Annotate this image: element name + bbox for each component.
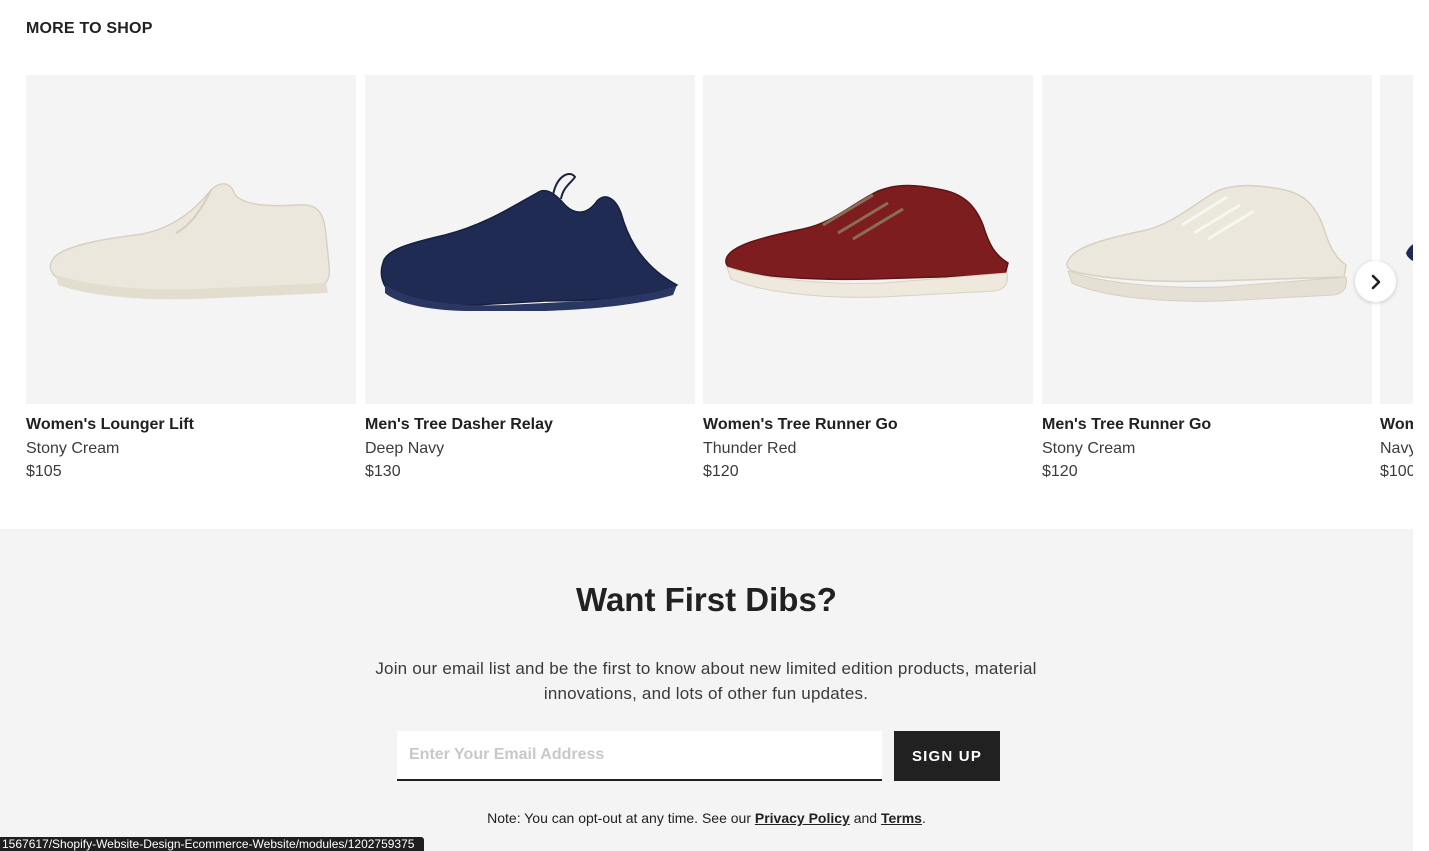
product-price: $100 xyxy=(1380,463,1413,480)
product-color: Thunder Red xyxy=(703,440,797,457)
section-title: MORE TO SHOP xyxy=(26,20,153,37)
privacy-policy-link[interactable]: Privacy Policy xyxy=(755,810,850,826)
product-card[interactable]: Women's Tree Runner Go Thunder Red $120 xyxy=(703,75,1033,481)
product-name[interactable]: Men's Tree Runner Go xyxy=(1042,416,1372,434)
signup-note: Note: You can opt-out at any time. See o… xyxy=(0,810,1413,826)
product-image[interactable] xyxy=(703,75,1033,404)
newsletter-signup: Want First Dibs? Join our email list and… xyxy=(0,529,1413,851)
chevron-right-icon xyxy=(1371,274,1380,289)
signup-note-and: and xyxy=(853,810,878,826)
product-name[interactable]: Women's Tree Runner Go xyxy=(703,416,1033,434)
product-price: $105 xyxy=(26,463,62,480)
product-name[interactable]: Men's Tree Dasher Relay xyxy=(365,416,695,434)
product-color: Deep Navy xyxy=(365,440,445,457)
signup-button[interactable]: SIGN UP xyxy=(894,731,1000,781)
browser-status-bar: 1567617/Shopify-Website-Design-Ecommerce… xyxy=(0,837,425,851)
signup-description: Join our email list and be the first to … xyxy=(375,659,1037,703)
carousel-next-button[interactable] xyxy=(1355,261,1396,302)
product-card[interactable]: Women's Lounger Lift Stony Cream $105 xyxy=(26,75,356,481)
product-image[interactable] xyxy=(365,75,695,404)
shoe-slip-on-cream-icon xyxy=(49,183,331,300)
product-price: $120 xyxy=(703,463,739,480)
product-color: Stony Cream xyxy=(1042,440,1136,457)
shoe-laceup-red-icon xyxy=(725,184,1009,298)
product-price: $120 xyxy=(1042,463,1078,480)
signup-note-suffix: . xyxy=(921,810,926,826)
product-name[interactable]: Women's Tree Lounger xyxy=(1380,416,1413,434)
product-card[interactable]: Men's Tree Dasher Relay Deep Navy $130 xyxy=(365,75,695,481)
page: MORE TO SHOP Women's Lounger Lift Stony … xyxy=(0,0,1413,851)
terms-link[interactable]: Terms xyxy=(881,810,922,826)
product-price: $130 xyxy=(365,463,401,480)
signup-note-prefix: Note: You can opt-out at any time. See o… xyxy=(487,810,751,826)
product-carousel: Women's Lounger Lift Stony Cream $105 Me… xyxy=(26,75,1413,495)
product-image[interactable] xyxy=(1380,75,1413,404)
email-input[interactable] xyxy=(397,731,882,781)
signup-title: Want First Dibs? xyxy=(576,581,837,618)
shoe-laceup-cream-icon xyxy=(1066,184,1347,302)
shoe-runner-navy-icon xyxy=(380,173,679,311)
product-card[interactable]: Men's Tree Runner Go Stony Cream $120 xyxy=(1042,75,1372,481)
shoe-navy-partial-icon xyxy=(1406,244,1413,261)
scrollbar-track[interactable] xyxy=(1413,0,1429,851)
product-color: Navy xyxy=(1380,440,1413,457)
product-color: Stony Cream xyxy=(26,440,120,457)
product-image[interactable] xyxy=(26,75,356,404)
product-name[interactable]: Women's Lounger Lift xyxy=(26,416,356,434)
product-image[interactable] xyxy=(1042,75,1372,404)
